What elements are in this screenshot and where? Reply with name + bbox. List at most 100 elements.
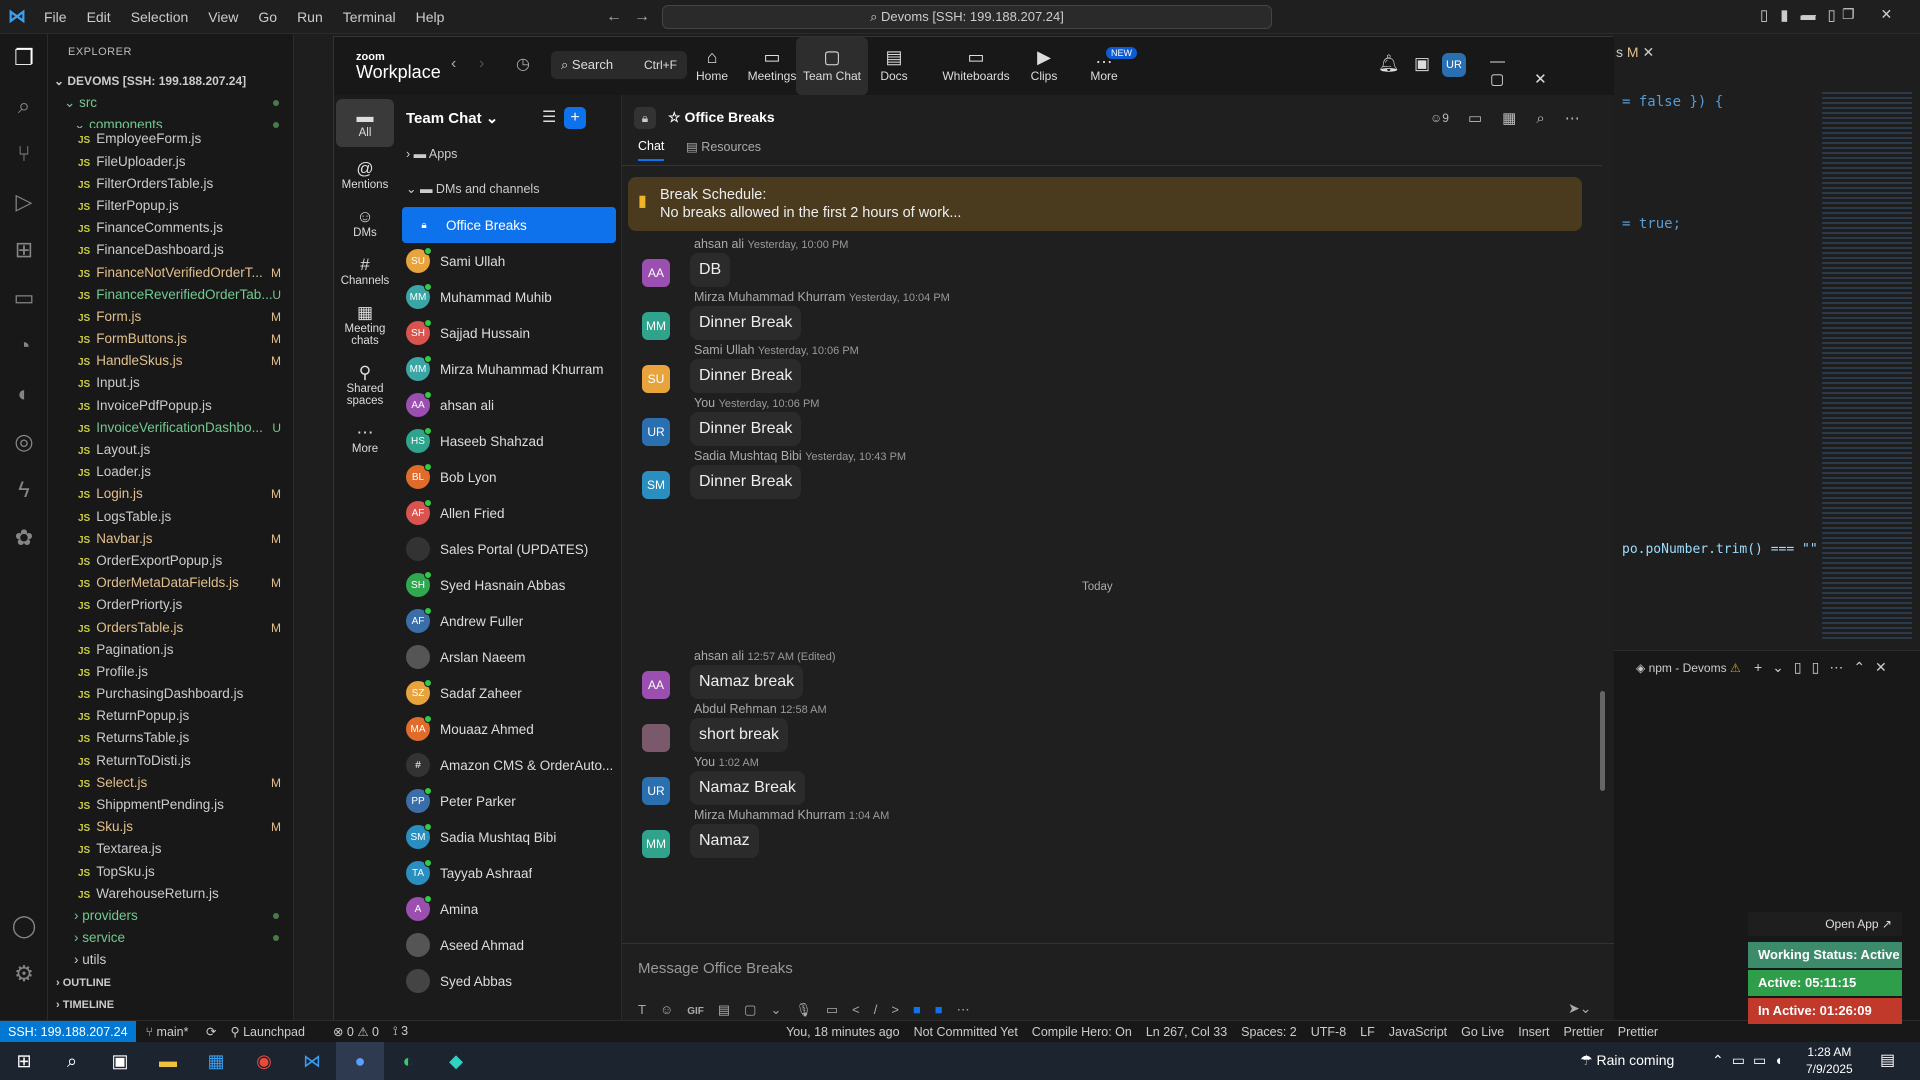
chat-list-item[interactable]: MM Muhammad Muhib	[396, 279, 622, 315]
apps-section[interactable]: › ▬ Apps	[406, 147, 457, 161]
encoding[interactable]: UTF-8	[1311, 1025, 1346, 1039]
problems[interactable]: ⊗ 0 ⚠ 0	[333, 1024, 379, 1039]
prettier[interactable]: Prettier	[1563, 1025, 1603, 1039]
nav-more[interactable]: … More NEW	[1068, 37, 1140, 95]
menu-run[interactable]: Run	[297, 9, 323, 25]
file-item[interactable]: JS Loader.js	[48, 461, 293, 483]
menu-terminal[interactable]: Terminal	[343, 9, 396, 25]
file-item[interactable]: JS OrdersTable.js M	[48, 617, 293, 639]
zoom-taskbar-icon[interactable]: ●	[336, 1042, 384, 1080]
editor-tab-fragment[interactable]: s M ✕	[1616, 44, 1654, 61]
channel-actions[interactable]: ▭▦⌕⋯	[1468, 109, 1600, 127]
chat-list-item[interactable]: Sales Portal (UPDATES)	[396, 531, 622, 567]
timeline-icon[interactable]: ◔	[0, 322, 48, 370]
file-item[interactable]: JS WarehouseReturn.js	[48, 883, 293, 905]
file-item[interactable]: JS HandleSkus.js M	[48, 350, 293, 372]
message[interactable]: UR You 1:02 AM Namaz Break	[632, 755, 1332, 811]
left-tab-more[interactable]: ⋯ More	[334, 415, 396, 463]
command-center[interactable]: ⌕ Devoms [SSH: 199.188.207.24]	[662, 5, 1272, 29]
app2-icon[interactable]: ◆	[432, 1042, 480, 1080]
calendar-icon[interactable]: ▣	[1414, 54, 1430, 74]
search-taskbar-icon[interactable]: ⌕	[48, 1042, 96, 1080]
outline-section[interactable]: › OUTLINE	[48, 972, 294, 994]
indentation[interactable]: Spaces: 2	[1241, 1025, 1297, 1039]
explorer-icon[interactable]: ❐	[0, 34, 48, 82]
weather-widget[interactable]: ☂ Rain coming	[1580, 1052, 1674, 1069]
chrome-icon[interactable]: ◉	[240, 1042, 288, 1080]
chat-list-item[interactable]: Arslan Naeem	[396, 639, 622, 675]
compile-hero[interactable]: Compile Hero: On	[1032, 1025, 1132, 1039]
chat-list-item[interactable]: Aseed Ahmad	[396, 927, 622, 963]
notification-icon[interactable]: ▤	[1880, 1050, 1895, 1070]
back-icon[interactable]: ‹	[451, 55, 456, 73]
panel-actions[interactable]: +⌄▯▯⋯⌃✕	[1754, 659, 1897, 676]
prettier-check[interactable]: Prettier	[1618, 1025, 1658, 1039]
chat-list-item[interactable]: SH Syed Hasnain Abbas	[396, 567, 622, 603]
file-item[interactable]: JS OrderMetaDataFields.js M	[48, 572, 293, 594]
chat-list-item[interactable]: SM Sadia Mushtaq Bibi	[396, 819, 622, 855]
left-tab-shared-spaces[interactable]: ⚲ Shared spaces	[334, 355, 396, 415]
send-icon[interactable]: ➤⌄	[1568, 1000, 1591, 1017]
message[interactable]: MM Mirza Muhammad Khurram 1:04 AM Namaz	[632, 808, 1332, 864]
file-item[interactable]: JS InvoiceVerificationDashbo... U	[48, 417, 293, 439]
run-debug-icon[interactable]: ▷	[0, 178, 48, 226]
chat-list-item[interactable]: SU Sami Ullah	[396, 243, 622, 279]
forward-icon[interactable]: ›	[479, 55, 484, 73]
source-control-icon[interactable]: ⑂	[0, 130, 48, 178]
zoom-window-controls[interactable]: —▢✕	[1490, 53, 1614, 88]
file-item[interactable]: JS ReturnToDisti.js	[48, 750, 293, 772]
store-icon[interactable]: ▦	[192, 1042, 240, 1080]
file-item[interactable]: JS Pagination.js	[48, 639, 293, 661]
insert-mode[interactable]: Insert	[1518, 1025, 1549, 1039]
timeline-section[interactable]: › TIMELINE	[48, 994, 294, 1016]
folder-item[interactable]: › providers	[48, 905, 293, 927]
file-item[interactable]: JS LogsTable.js	[48, 506, 293, 528]
file-item[interactable]: JS FileUploader.js	[48, 151, 293, 173]
folder-components[interactable]: ⌄ components	[48, 114, 293, 129]
file-item[interactable]: JS Login.js M	[48, 483, 293, 505]
python-icon[interactable]: ✿	[0, 514, 48, 562]
live-share-icon[interactable]: ◐	[0, 370, 48, 418]
chat-scrollbar[interactable]	[1600, 691, 1605, 791]
app-icon[interactable]: ◐	[384, 1042, 432, 1080]
compose-toolbar[interactable]: T☺GIF ▤▢⌄🎙︎▭</>■■⋯	[638, 1002, 984, 1018]
file-item[interactable]: JS FinanceReverifiedOrderTab... U	[48, 284, 293, 306]
file-item[interactable]: JS PurchasingDashboard.js	[48, 683, 293, 705]
settings-gear-icon[interactable]: ⚙	[0, 950, 48, 998]
dms-channels-section[interactable]: ⌄ ▬ DMs and channels	[406, 181, 539, 196]
go-live[interactable]: Go Live	[1461, 1025, 1504, 1039]
chat-list-item[interactable]: AF Andrew Fuller	[396, 603, 622, 639]
eol[interactable]: LF	[1360, 1025, 1375, 1039]
chat-list-item[interactable]: PP Peter Parker	[396, 783, 622, 819]
chat-list-item[interactable]: SH Sajjad Hussain	[396, 315, 622, 351]
file-explorer-icon[interactable]: ▬	[144, 1042, 192, 1080]
menu-go[interactable]: Go	[258, 9, 277, 25]
message[interactable]: AA ahsan ali 12:57 AM (Edited) Namaz break	[632, 649, 1332, 705]
zoom-search[interactable]: ⌕ Search Ctrl+F	[551, 51, 687, 79]
message[interactable]: SM Sadia Mushtaq Bibi Yesterday, 10:43 PM…	[632, 449, 1332, 505]
file-item[interactable]: JS InvoicePdfPopup.js	[48, 395, 293, 417]
chat-list-item[interactable]: 🔒︎ Office Breaks	[402, 207, 616, 243]
file-item[interactable]: JS Input.js	[48, 372, 293, 394]
cursor-position[interactable]: Ln 267, Col 33	[1146, 1025, 1227, 1039]
menu-help[interactable]: Help	[416, 9, 445, 25]
chat-list-item[interactable]: AF Allen Fried	[396, 495, 622, 531]
file-item[interactable]: JS Form.js M	[48, 306, 293, 328]
folder-src[interactable]: ⌄ src	[48, 92, 293, 114]
file-item[interactable]: JS Layout.js	[48, 439, 293, 461]
ports[interactable]: ⟟ 3	[393, 1024, 422, 1039]
menu-edit[interactable]: Edit	[87, 9, 111, 25]
chat-list-item[interactable]: A Amina	[396, 891, 622, 927]
team-chat-title[interactable]: Team Chat ⌄	[406, 109, 498, 127]
chat-list-item[interactable]: AA ahsan ali	[396, 387, 622, 423]
forward-arrow-icon[interactable]: →	[634, 8, 650, 26]
file-item[interactable]: JS FinanceComments.js	[48, 217, 293, 239]
file-item[interactable]: JS FilterPopup.js	[48, 195, 293, 217]
pinned-message[interactable]: ▮ Break Schedule: No breaks allowed in t…	[628, 177, 1582, 231]
back-arrow-icon[interactable]: ←	[606, 8, 622, 26]
file-item[interactable]: JS FinanceDashboard.js	[48, 239, 293, 261]
database-icon[interactable]: ◎	[0, 418, 48, 466]
members-count[interactable]: ☺9	[1430, 111, 1449, 125]
file-item[interactable]: JS Navbar.js M	[48, 528, 293, 550]
chat-list-item[interactable]: BL Bob Lyon	[396, 459, 622, 495]
